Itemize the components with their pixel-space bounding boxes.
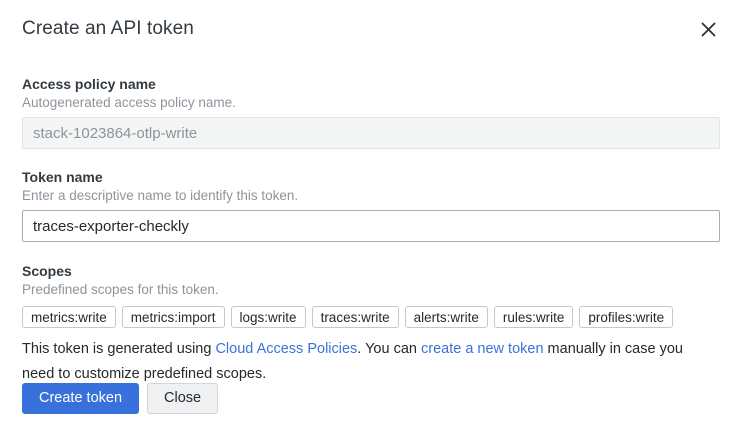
create-new-token-link[interactable]: create a new token	[421, 341, 544, 357]
scopes-description: Predefined scopes for this token.	[22, 282, 718, 297]
note-text-2: . You can	[357, 341, 421, 357]
scopes-field: Scopes Predefined scopes for this token.…	[22, 263, 718, 328]
scopes-label: Scopes	[22, 263, 718, 279]
token-name-description: Enter a descriptive name to identify thi…	[22, 188, 718, 203]
scope-badge: alerts:write	[405, 306, 488, 328]
create-api-token-modal: Create an API token Access policy name A…	[0, 0, 740, 439]
scope-badge: logs:write	[231, 306, 306, 328]
scope-badge-list: metrics:write metrics:import logs:write tra…	[22, 306, 718, 328]
close-icon	[701, 22, 716, 37]
access-policy-description: Autogenerated access policy name.	[22, 95, 718, 110]
access-policy-label: Access policy name	[22, 76, 718, 92]
token-note: This token is generated using Cloud Acce…	[22, 337, 718, 387]
token-name-input[interactable]	[22, 210, 720, 242]
scope-badge: traces:write	[312, 306, 399, 328]
access-policy-field: Access policy name Autogenerated access …	[22, 76, 718, 149]
token-name-label: Token name	[22, 169, 718, 185]
close-button[interactable]	[699, 20, 718, 39]
token-name-field: Token name Enter a descriptive name to i…	[22, 169, 718, 242]
scope-badge: metrics:import	[122, 306, 225, 328]
close-modal-button[interactable]: Close	[147, 383, 218, 414]
modal-title: Create an API token	[22, 18, 194, 40]
scope-badge: metrics:write	[22, 306, 116, 328]
scope-badge: rules:write	[494, 306, 574, 328]
modal-actions: Create token Close	[22, 383, 218, 414]
modal-header: Create an API token	[22, 18, 718, 40]
access-policy-name-input	[22, 117, 720, 149]
note-text-1: This token is generated using	[22, 341, 215, 357]
create-token-button[interactable]: Create token	[22, 383, 139, 414]
scope-badge: profiles:write	[579, 306, 673, 328]
cloud-access-policies-link[interactable]: Cloud Access Policies	[215, 341, 357, 357]
